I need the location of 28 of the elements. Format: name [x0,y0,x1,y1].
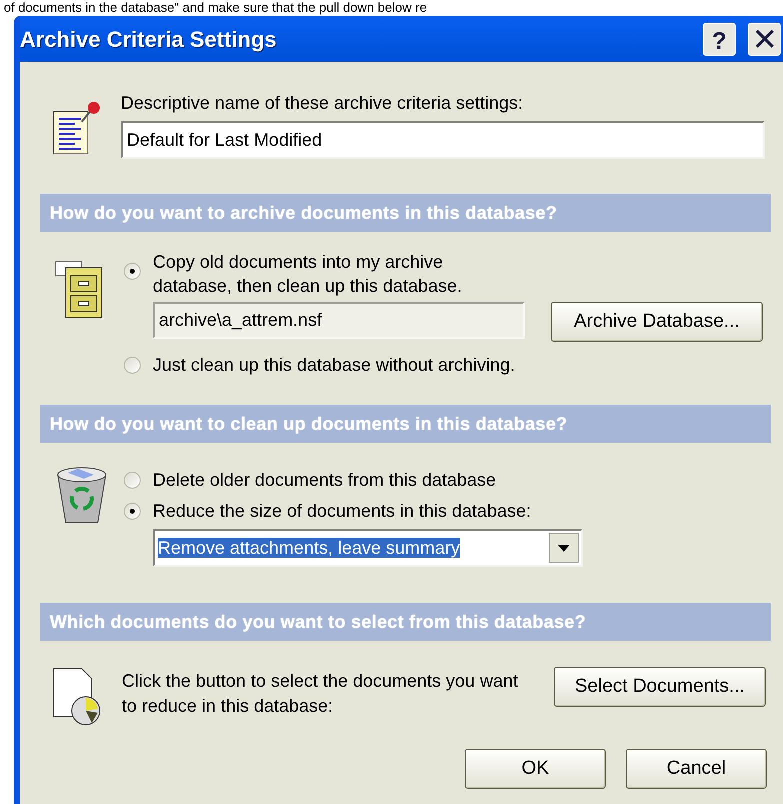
archive-path-field[interactable]: archive\a_attrem.nsf [153,302,525,339]
dropdown-arrow-button[interactable] [549,533,579,563]
radio-button[interactable] [124,357,141,374]
section-header: Which documents do you want to select from this database? [40,603,771,641]
dropdown-value: Remove attachments, leave summary [158,536,462,560]
dialog-button[interactable]: Select Documents... [554,667,766,707]
close-button[interactable] [748,22,781,56]
field-label: Descriptive name of these archive criteria settings: [121,92,524,115]
description-text: Click the button to select the documents you want to reduce in this database: [122,670,520,718]
radio-label: Reduce the size of documents in this database: [153,500,532,523]
radio-label: Copy old documents into my archive database, then clean up this database. [153,251,464,298]
dialog-button[interactable]: Archive Database... [551,302,763,342]
section-header: How do you want to clean up documents in this database? [40,405,771,443]
radio-label: Just clean up this database without archiving. [153,354,516,377]
caret-icon [558,544,570,552]
close-icon [754,29,774,49]
window-title: Archive Criteria Settings [20,26,278,54]
name-input-field[interactable]: Default for Last Modified [121,121,765,159]
dialog-button[interactable]: OK [465,749,606,789]
help-button[interactable]: ? [703,22,736,56]
radio-button[interactable] [124,503,141,520]
page-text: of documents in the database" and make sure that the pull down below re [3,0,428,16]
reduce-dropdown[interactable]: Remove attachments, leave summary [153,529,583,567]
radio-button[interactable] [124,472,141,489]
radio-button[interactable] [124,263,141,280]
dialog-button[interactable]: Cancel [626,749,767,789]
section-header: How do you want to archive documents in this database? [40,194,771,232]
radio-label: Delete older documents from this database [153,469,496,492]
